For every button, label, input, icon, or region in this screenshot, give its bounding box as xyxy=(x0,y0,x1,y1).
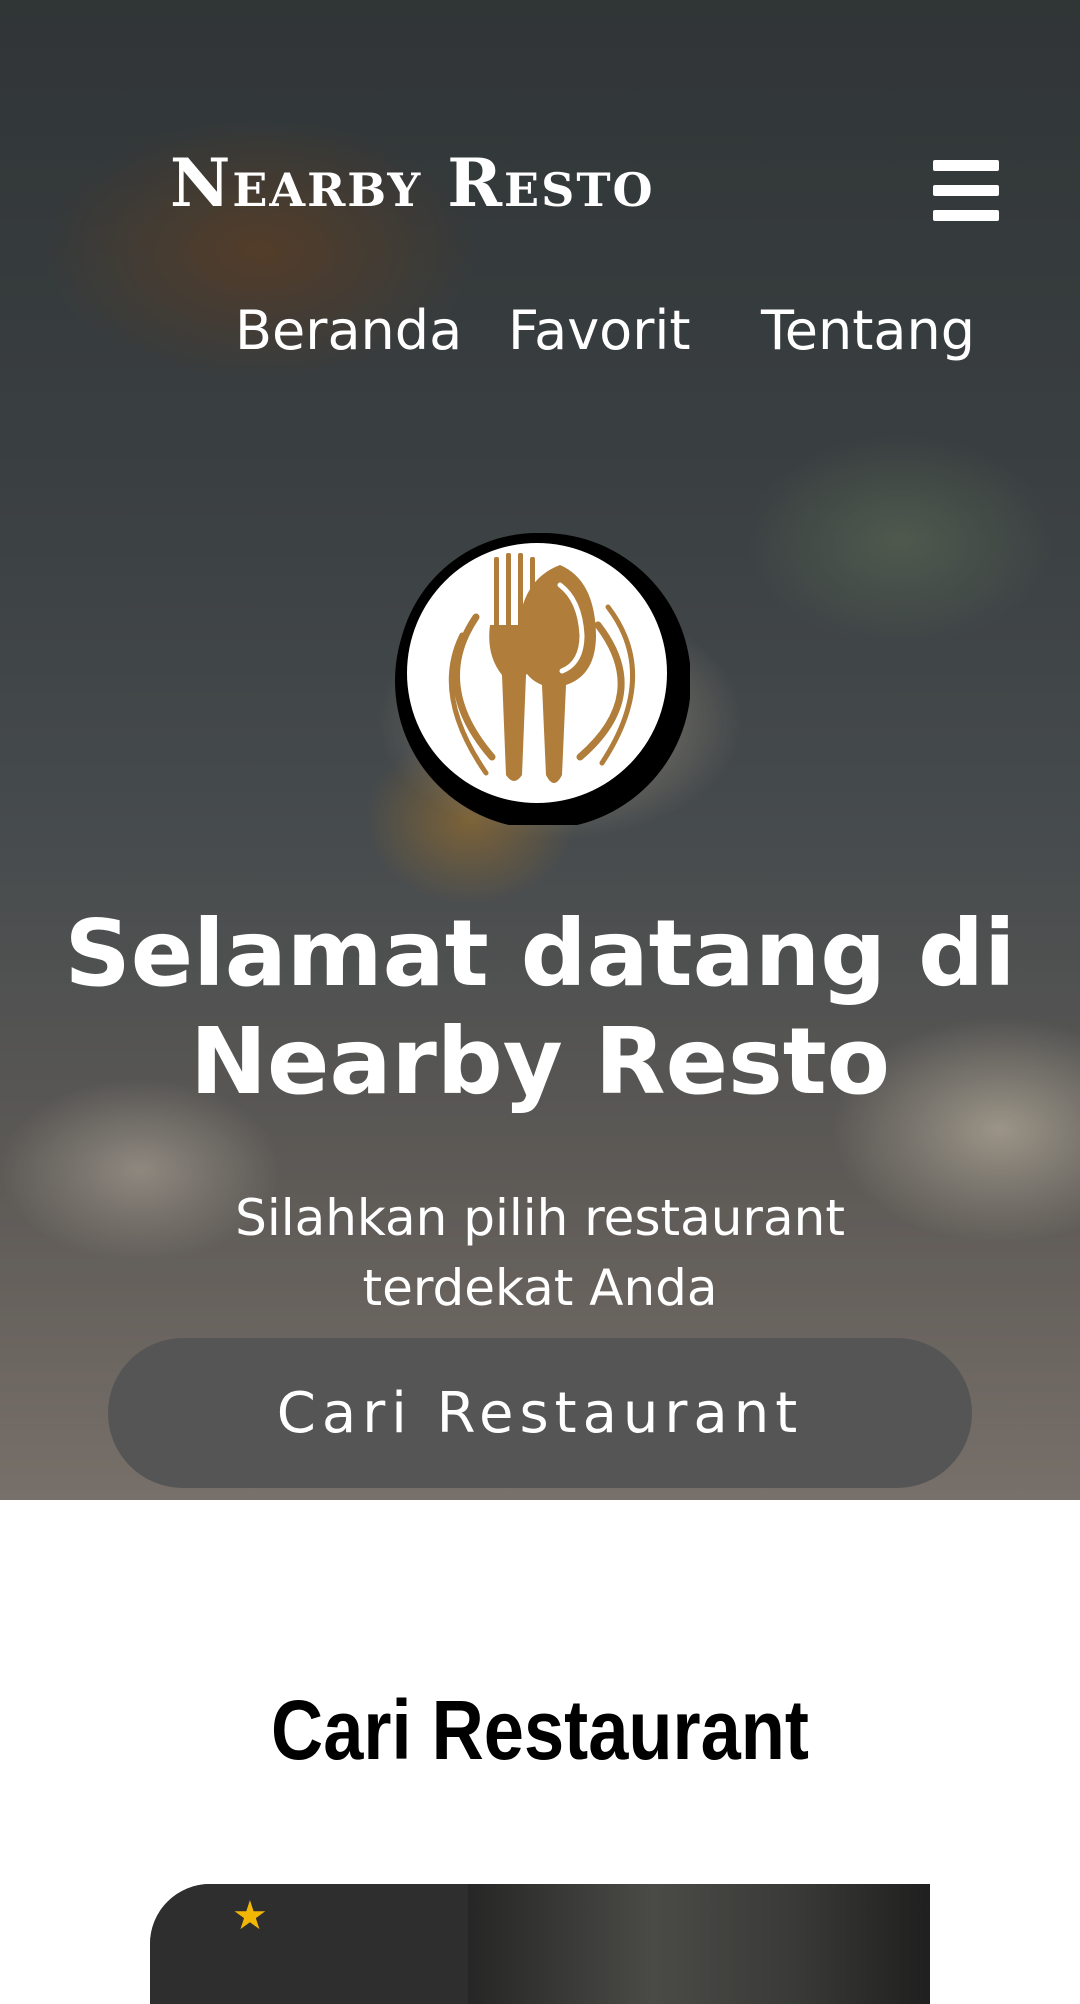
hamburger-line xyxy=(933,185,999,196)
restaurant-card[interactable]: ★ xyxy=(150,1884,930,2004)
nav-link-favorit[interactable]: Favorit xyxy=(508,296,691,366)
nav-link-tentang[interactable]: Tentang xyxy=(761,296,975,366)
hero-title: Selamat datang di Nearby Resto xyxy=(64,900,1016,1115)
app-title[interactable]: Nearby Resto xyxy=(170,150,655,216)
find-restaurant-button[interactable]: Cari Restaurant xyxy=(108,1338,972,1488)
hero-subtitle: Silahkan pilih restaurant terdekat Anda xyxy=(235,1189,845,1317)
star-icon: ★ xyxy=(232,1893,268,1939)
hamburger-line xyxy=(933,210,999,221)
nav-link-beranda[interactable]: Beranda xyxy=(235,296,462,366)
restaurant-card-info: ★ xyxy=(150,1884,468,2004)
hamburger-line xyxy=(933,160,999,171)
hero-section: Nearby Resto Beranda Favorit Tentang Sel… xyxy=(0,0,1080,1500)
section-title: Cari Restaurant xyxy=(271,1683,809,1777)
main-nav: Beranda Favorit Tentang xyxy=(0,296,1080,366)
restaurant-card-image xyxy=(468,1884,930,2004)
hamburger-menu-icon[interactable] xyxy=(933,160,999,222)
fork-spoon-logo-icon xyxy=(395,533,690,825)
